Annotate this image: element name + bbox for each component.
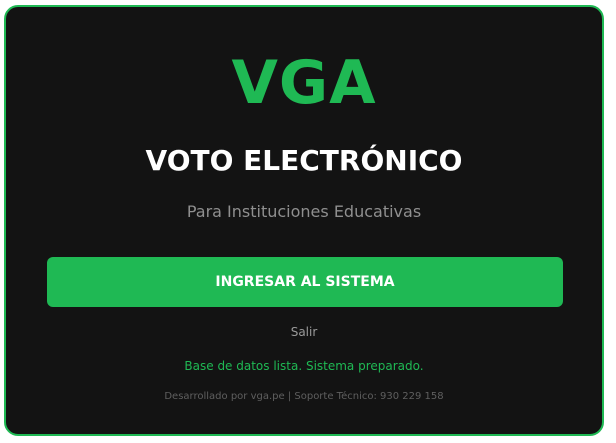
brand-logo: VGA bbox=[231, 48, 377, 118]
page-subtitle: Para Instituciones Educativas bbox=[186, 202, 422, 221]
page-title: VOTO ELECTRÓNICO bbox=[145, 144, 463, 177]
login-card: VGA VOTO ELECTRÓNICO Para Instituciones … bbox=[4, 5, 604, 436]
logout-link[interactable]: Salir bbox=[6, 323, 602, 341]
enter-system-button[interactable]: INGRESAR AL SISTEMA bbox=[47, 257, 563, 307]
status-message: Base de datos lista. Sistema preparado. bbox=[184, 359, 424, 373]
footer-credits: Desarrollado por vga.pe | Soporte Técnic… bbox=[164, 391, 444, 402]
